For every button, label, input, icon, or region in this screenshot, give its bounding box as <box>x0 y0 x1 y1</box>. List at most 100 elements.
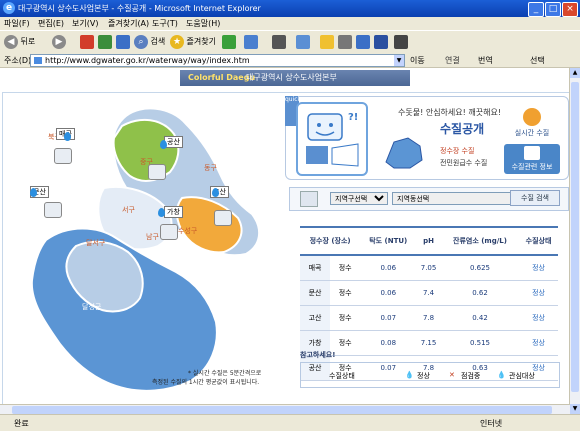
map-note-2: 측정된 수질의 1시간 평균값이 표시됩니다. <box>152 379 260 386</box>
label-region-seogu: 서구 <box>122 206 135 214</box>
menu-favorites[interactable]: 즐겨찾기(A) <box>108 18 149 29</box>
menu-edit[interactable]: 편집(E) <box>38 18 64 29</box>
address-input[interactable]: http://www.dgwater.go.kr/waterway/way/in… <box>30 54 405 67</box>
legend-attention-icon: 💧 <box>497 371 506 379</box>
cell-chlorine: 0.42 <box>440 305 520 331</box>
favorites-button[interactable]: ★ 즐겨찾기 <box>170 34 216 50</box>
tool-icon[interactable] <box>338 35 352 49</box>
print-icon[interactable] <box>272 35 286 49</box>
cell-ph: 7.4 <box>416 280 441 306</box>
cell-status: 정상 <box>519 280 558 306</box>
window-title: 대구광역시 상수도사업본부 - 수질공개 - Microsoft Interne… <box>18 4 261 13</box>
menu-help[interactable]: 도움말(H) <box>186 18 220 29</box>
water-info-mascot-icon: ?! <box>296 102 368 176</box>
minimize-button[interactable]: _ <box>528 2 544 17</box>
info-title: 수질공개 <box>440 122 485 136</box>
home-icon[interactable] <box>116 35 130 49</box>
address-dropdown-icon[interactable]: ▼ <box>394 55 404 66</box>
ie-logo-icon: e <box>3 2 15 14</box>
maximize-button[interactable]: □ <box>545 2 561 17</box>
legend-title: 수질상태 <box>329 372 355 380</box>
plant-gachang[interactable]: 가창 <box>164 206 183 218</box>
cell-turbidity: 0.07 <box>360 305 417 331</box>
tank-icon <box>148 164 166 180</box>
search-button-wrap: 수질 검색 <box>289 187 567 209</box>
history-icon[interactable] <box>222 35 236 49</box>
forward-button[interactable]: ▶ <box>52 34 66 50</box>
label-region-namgu: 남구 <box>146 233 159 241</box>
mini-map-icon <box>385 137 423 169</box>
quality-info-label: 수질관련 정보 <box>511 163 553 171</box>
quality-search-button[interactable]: 수질 검색 <box>510 190 560 206</box>
header-chlorine: 잔류염소 (mg/L) <box>440 226 520 256</box>
menu-file[interactable]: 파일(F) <box>4 18 30 29</box>
status-legend: 수질상태 💧 정상 ✕ 점검중 💧 관심대상 <box>300 362 560 388</box>
star-icon: ★ <box>170 34 184 49</box>
address-bar: 주소(D) http://www.dgwater.go.kr/waterway/… <box>0 53 580 68</box>
back-button[interactable]: ◀ 뒤로 <box>4 34 35 50</box>
scroll-thumb[interactable] <box>571 82 579 392</box>
cell-status: 정상 <box>519 255 558 281</box>
realtime-quality-label: 실시간 수질 <box>514 129 550 137</box>
cell-chlorine: 0.515 <box>440 330 520 356</box>
back-label: 뒤로 <box>20 37 36 46</box>
search-label: 검색 <box>150 37 166 46</box>
tank-icon <box>54 148 72 164</box>
water-quality-table: 정수장 (장소) 탁도 (NTU) pH 잔류염소 (mg/L) 수질상태 매곡… <box>300 226 558 381</box>
tank-icon <box>160 224 178 240</box>
edit-icon[interactable] <box>296 35 310 49</box>
svg-text:?!: ?! <box>348 112 358 123</box>
stop-icon[interactable] <box>80 35 94 49</box>
status-bar: 완료 인터넷 <box>0 414 580 431</box>
scroll-down-icon[interactable]: ▼ <box>570 404 580 414</box>
menu-view[interactable]: 보기(V) <box>72 18 98 29</box>
links-button[interactable]: 연결 <box>445 55 460 66</box>
map-note-1: * 실시간 수질은 5분간격으로 <box>188 370 262 377</box>
hscroll-thumb[interactable] <box>12 406 552 414</box>
translate-button[interactable]: 번역 <box>478 55 493 66</box>
cell-type: 정수 <box>330 280 361 306</box>
security-zone: 인터넷 <box>480 419 503 428</box>
media-icon[interactable] <box>374 35 388 49</box>
mail-icon[interactable] <box>244 35 258 49</box>
label-region-suseong: 수성구 <box>178 227 198 235</box>
favorites-label: 즐겨찾기 <box>186 37 216 46</box>
table-row: 고산 정수 0.07 7.8 0.42 정상 <box>300 305 558 331</box>
legend-inspection: 점검중 <box>461 372 481 380</box>
select-button[interactable]: 선택 <box>530 55 545 66</box>
quality-info-button[interactable]: 수질관련 정보 <box>504 144 560 174</box>
menu-bar: 파일(F) 편집(E) 보기(V) 즐겨찾기(A) 도구(T) 도움말(H) <box>0 17 580 30</box>
cell-status: 정상 <box>519 305 558 331</box>
header-plant: 정수장 (장소) <box>300 226 361 256</box>
cell-plant: 매곡 <box>300 255 331 281</box>
option-complaint-quality[interactable]: 전민원급수 수질 <box>440 158 487 168</box>
option-plant-quality[interactable]: 정수장 수질 <box>440 146 474 156</box>
tank-icon <box>44 202 62 218</box>
menu-tools[interactable]: 도구(T) <box>152 18 178 29</box>
cell-ph: 7.15 <box>416 330 441 356</box>
cell-status: 정상 <box>519 330 558 356</box>
label-region-dalseogu: 달서구 <box>86 239 106 247</box>
reference-title: 참고하세요! <box>300 351 336 359</box>
extra-icon[interactable] <box>394 35 408 49</box>
search-button[interactable]: ⌕ 검색 <box>134 34 165 50</box>
legend-inspection-icon: ✕ <box>449 371 455 379</box>
refresh-icon[interactable] <box>98 35 112 49</box>
notes-icon[interactable] <box>320 35 334 49</box>
address-label: 주소(D) <box>4 56 32 65</box>
messenger-icon[interactable] <box>356 35 370 49</box>
header-status: 수질상태 <box>519 226 558 256</box>
close-button[interactable]: × <box>562 2 578 17</box>
cell-chlorine: 0.62 <box>440 280 520 306</box>
header-ph: pH <box>416 226 441 256</box>
search-icon: ⌕ <box>134 34 148 49</box>
cell-type: 정수 <box>330 255 361 281</box>
clock-icon <box>523 108 541 126</box>
vertical-scrollbar[interactable]: ▲ ▼ <box>569 68 580 414</box>
site-banner: Colorful Daegu 대구광역시 상수도사업본부 <box>180 70 410 86</box>
scroll-up-icon[interactable]: ▲ <box>570 68 580 78</box>
realtime-quality-button[interactable]: 실시간 수질 <box>504 108 560 140</box>
go-button[interactable]: 이동 <box>410 55 425 66</box>
header-turbidity: 탁도 (NTU) <box>360 226 417 256</box>
title-bar: e 대구광역시 상수도사업본부 - 수질공개 - Microsoft Inter… <box>0 0 580 17</box>
